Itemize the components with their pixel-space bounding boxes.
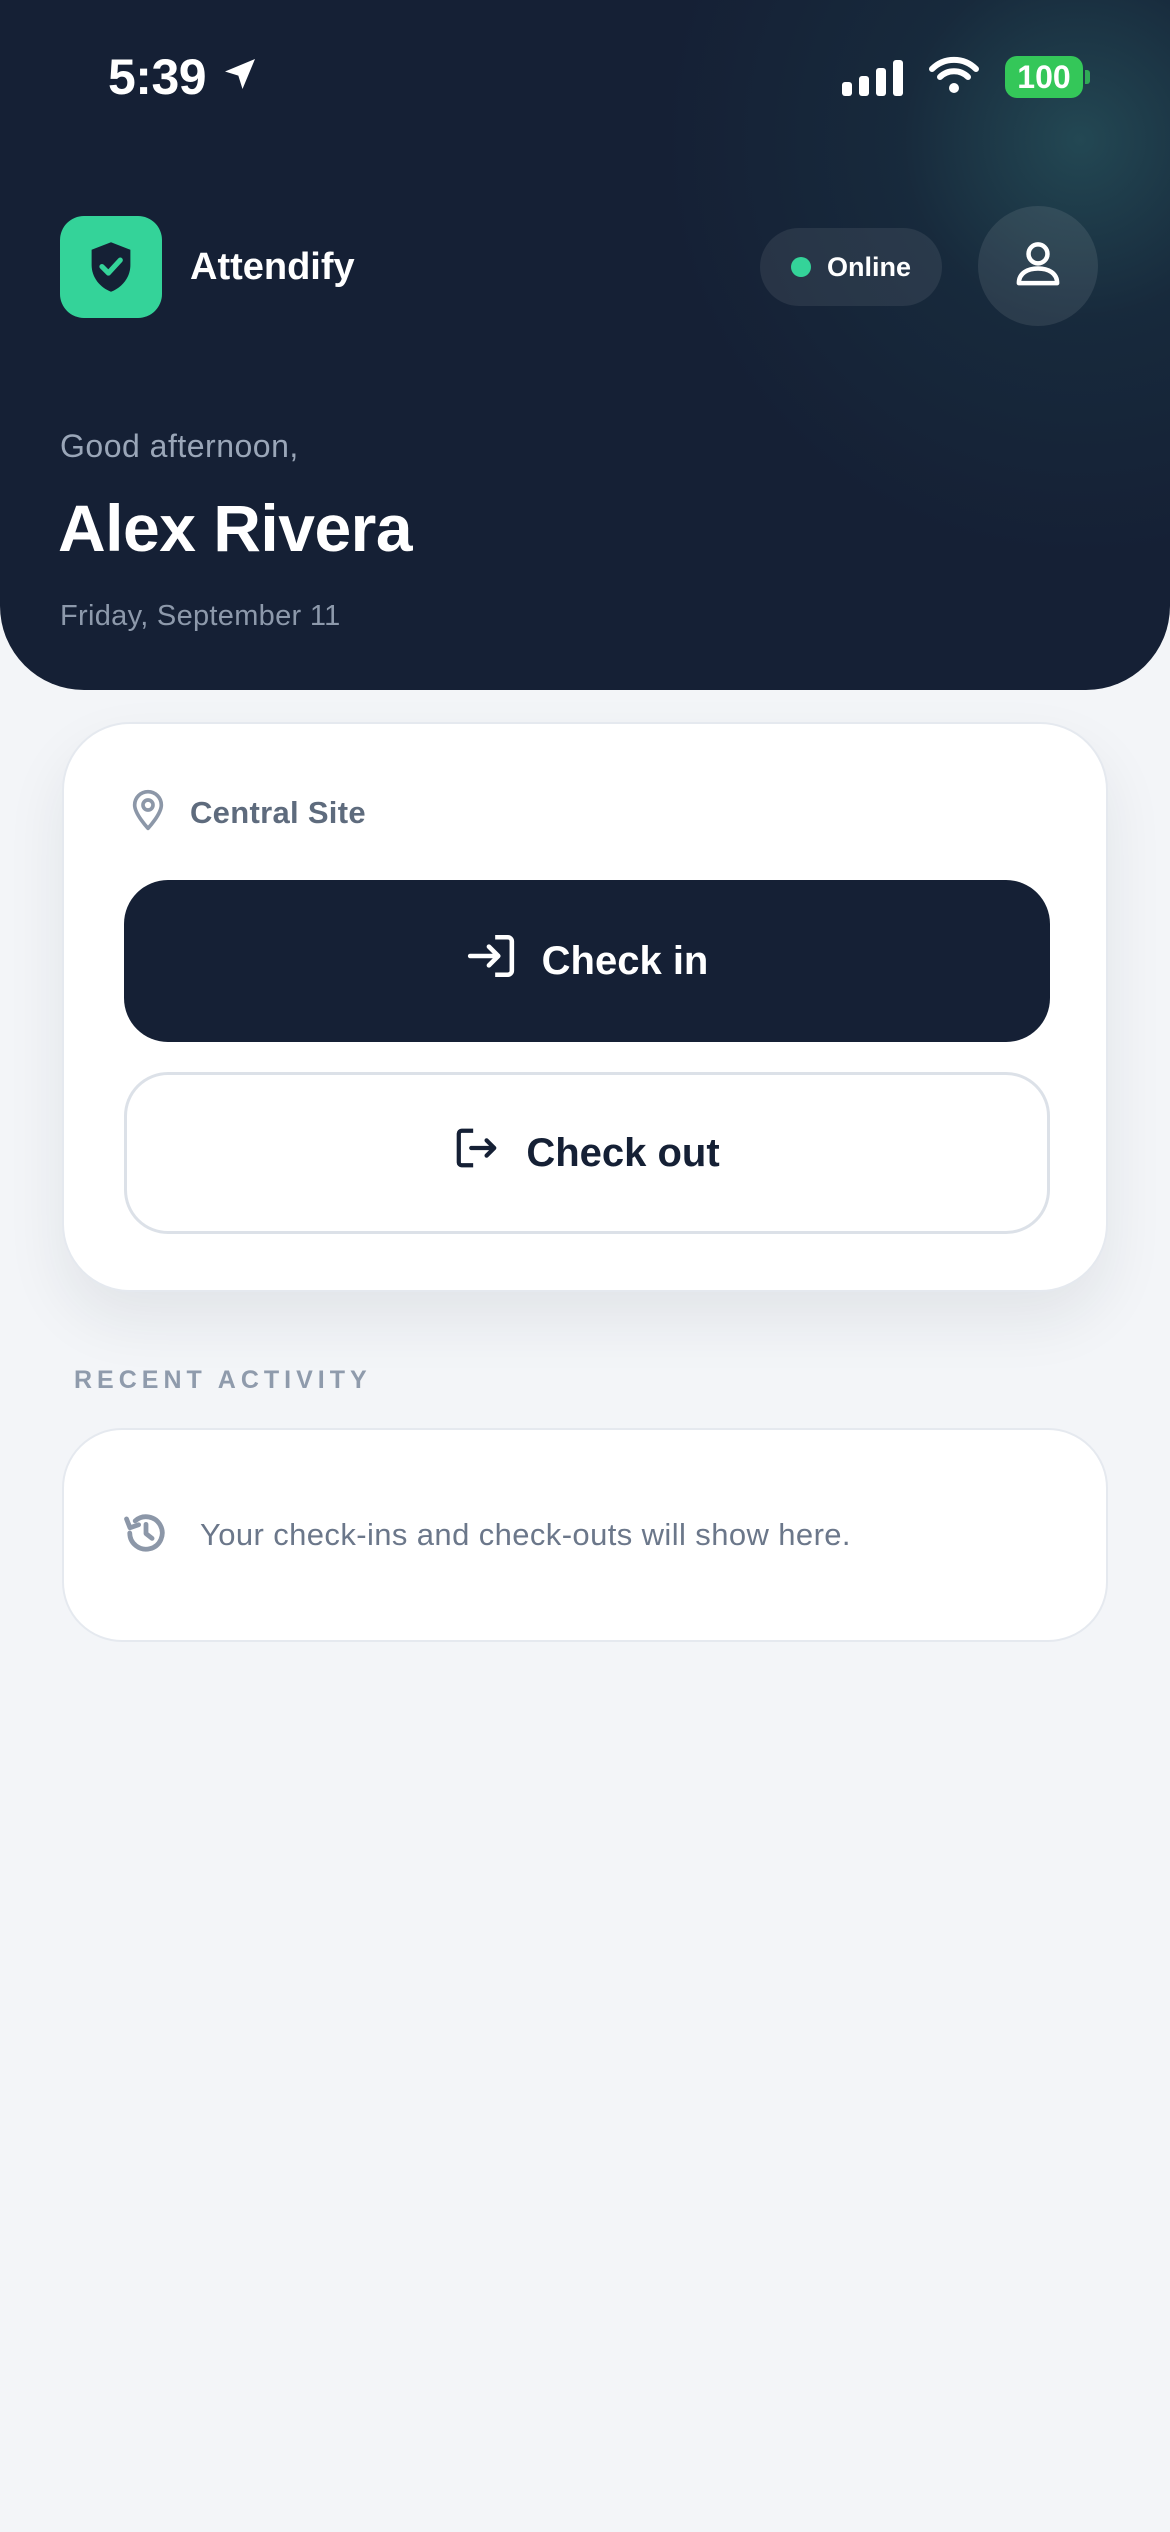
wifi-icon (929, 56, 979, 99)
sign-out-icon (454, 1125, 500, 1181)
check-in-label: Check in (541, 938, 709, 983)
recent-activity-title: RECENT ACTIVITY (74, 1366, 372, 1394)
check-in-button[interactable]: Check in (124, 880, 1050, 1042)
shield-check-icon (60, 216, 162, 318)
check-out-label: Check out (526, 1130, 720, 1175)
user-name: Alex Rivera (58, 491, 413, 565)
current-date: Friday, September 11 (60, 600, 341, 632)
online-status-label: Online (826, 251, 911, 282)
empty-activity-message: Your check-ins and check-outs will show … (200, 1517, 851, 1552)
app-name: Attendify (190, 245, 355, 288)
location-arrow-icon (220, 48, 260, 106)
recent-activity-card: Your check-ins and check-outs will show … (62, 1428, 1108, 1642)
attendance-screen: 5:39 100 Attendify Online Good afternoon… (0, 0, 1170, 2532)
site-row: Central Site (128, 788, 366, 837)
cellular-signal-icon (842, 58, 903, 96)
brand: Attendify (60, 216, 355, 318)
header: 5:39 100 Attendify Online Good afternoon… (0, 0, 1170, 690)
sign-in-icon (466, 933, 516, 989)
online-dot-icon (790, 257, 811, 277)
clock-label: 5:39 (108, 49, 207, 105)
map-pin-icon (128, 788, 168, 837)
battery-level: 100 (1005, 56, 1083, 98)
status-bar-indicators: 100 (842, 52, 1090, 102)
history-icon (120, 1507, 172, 1564)
greeting-text: Good afternoon, (60, 428, 299, 464)
check-out-button[interactable]: Check out (124, 1072, 1050, 1234)
user-icon (1011, 237, 1065, 296)
site-name: Central Site (190, 794, 366, 830)
attendance-card: Central Site Check in Check out (62, 722, 1108, 1292)
online-status-badge: Online (760, 228, 942, 306)
status-bar-time: 5:39 (108, 46, 260, 108)
battery-icon: 100 (1005, 56, 1090, 98)
profile-button[interactable] (978, 206, 1098, 326)
